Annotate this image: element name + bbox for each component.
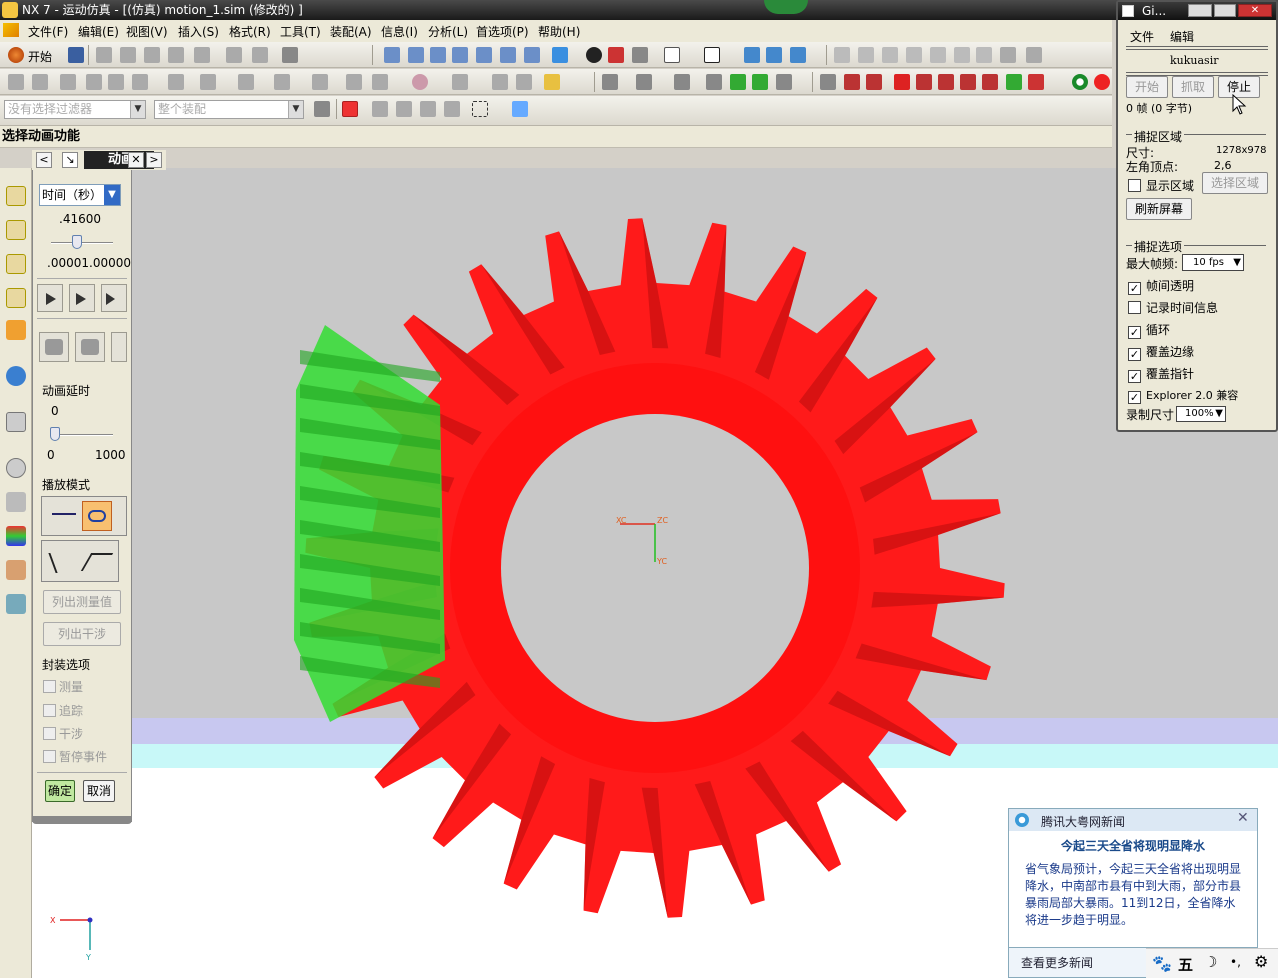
news-source: 腾讯大粤网新闻 (1041, 815, 1126, 829)
time-value: .41600 (59, 212, 101, 226)
tencent-logo-icon (1015, 813, 1029, 827)
trace-path-icon[interactable] (48, 553, 74, 573)
interframe-transparency-checkbox[interactable]: ✓ 帧间透明 (1128, 277, 1194, 295)
list-measurements-button[interactable]: 列出测量值 (43, 590, 121, 614)
loop-checkbox[interactable]: ✓ 循环 (1128, 321, 1170, 339)
show-area-checkbox[interactable]: 显示区域 (1128, 177, 1194, 194)
playback-mode-label: 播放模式 (42, 478, 91, 492)
axis-zc-label: ZC (657, 516, 668, 525)
time-mode-dropdown[interactable]: 时间（秒） ▼ (39, 184, 121, 206)
axis-yc-label: YC (656, 557, 667, 566)
gif-menu-edit[interactable]: 编辑 (1170, 28, 1194, 45)
animation-dialog: 时间（秒） ▼ .41600 .00001.00000 动画延时 0 0 1000… (32, 170, 132, 822)
step-forward-button[interactable] (69, 284, 95, 312)
measure-checkbox[interactable]: 测量 (43, 678, 83, 695)
pinion-gear[interactable] (294, 325, 445, 722)
minimize-button[interactable] (1188, 4, 1212, 17)
size-value: 1278x978 (1216, 145, 1267, 156)
time-slider-track[interactable] (51, 242, 113, 244)
gif-frame-count: 0 帧 (0 字节) (1126, 102, 1193, 115)
news-body: 省气象局预计，今起三天全省将出现明显降水，中南部市县有中到大雨，部分市县暴雨局部… (1025, 862, 1242, 927)
dataset-button[interactable] (39, 332, 69, 362)
loop-mode-icon[interactable] (82, 501, 112, 531)
capture-area-label: 捕捉区域 (1132, 128, 1185, 145)
prev-dialog-button[interactable]: < (36, 152, 52, 168)
gif-menu-file[interactable]: 文件 (1130, 28, 1154, 45)
paw-icon[interactable]: 🐾 (1152, 954, 1172, 973)
close-dialog-button[interactable]: ✕ (128, 152, 144, 168)
ime-indicator[interactable]: 五 (1178, 954, 1193, 975)
delay-min: 0 (47, 448, 55, 462)
delay-value: 0 (51, 404, 59, 418)
list-interference-button[interactable]: 列出干涉 (43, 622, 121, 646)
trace-checkbox[interactable]: 追踪 (43, 702, 83, 719)
system-tray: 🐾 五 ☽ •, ⚙ (1146, 948, 1278, 978)
refresh-screen-button[interactable]: 刷新屏幕 (1126, 198, 1192, 220)
axis-y-label: Y (85, 953, 91, 962)
play-forward-button[interactable] (37, 284, 63, 312)
settings-gear-icon[interactable]: ⚙ (1254, 952, 1268, 971)
play-once-icon[interactable] (52, 513, 76, 515)
moon-icon[interactable]: ☽ (1204, 953, 1217, 971)
axis-x-label: X (50, 916, 56, 925)
dialog-tab-bar: < ↘ 动画 ✕ > (32, 150, 166, 170)
axis-xc-label: XC (616, 516, 627, 525)
delay-max: 1000 (95, 448, 126, 462)
gif-recorder-titlebar: Gi... ✕ (1118, 2, 1276, 20)
more-news-link[interactable]: 查看更多新闻 (1021, 954, 1093, 971)
delay-slider-knob[interactable] (50, 427, 60, 441)
record-size-dropdown[interactable]: 100% ▼ (1176, 406, 1226, 422)
time-slider-knob[interactable] (71, 235, 82, 249)
ok-button[interactable]: 确定 (45, 780, 75, 802)
cover-pointer-checkbox[interactable]: ✓ 覆盖指针 (1128, 365, 1194, 383)
next-dialog-button[interactable]: > (146, 152, 162, 168)
path-mode-group (41, 540, 119, 582)
delay-slider-track[interactable] (51, 434, 113, 436)
gif-window-title: Gi... (1142, 4, 1167, 18)
assembly-position-button[interactable] (111, 332, 127, 362)
cancel-button[interactable]: 取消 (83, 780, 115, 802)
punctuation-icon[interactable]: •, (1230, 955, 1241, 969)
abs-origin-icon (87, 917, 93, 923)
cover-edges-checkbox[interactable]: ✓ 覆盖边缘 (1128, 343, 1194, 361)
gif-user-name: kukuasir (1170, 54, 1219, 67)
dialog-bottom-edge (32, 816, 132, 824)
news-header: 腾讯大粤网新闻 ✕ (1009, 809, 1257, 831)
news-headline[interactable]: 今起三天全省将现明显降水 (1009, 837, 1257, 854)
gif-app-icon (1122, 5, 1134, 17)
capture-options-label: 捕捉选项 (1132, 238, 1185, 255)
design-position-button[interactable] (75, 332, 105, 362)
explode-path-icon[interactable] (80, 553, 114, 571)
interference-checkbox[interactable]: 干涉 (43, 725, 83, 742)
time-range: .00001.00000 (47, 256, 131, 270)
gif-recorder-window: Gi... ✕ 文件 编辑 kukuasir 开始 抓取 停止 0 帧 (0 字… (1116, 0, 1278, 432)
dialog-arrow-icon[interactable]: ↘ (62, 152, 78, 168)
close-button[interactable]: ✕ (1238, 4, 1272, 17)
pause-event-checkbox[interactable]: 暂停事件 (43, 748, 107, 765)
gear-bore (501, 414, 809, 722)
explorer-compat-checkbox[interactable]: ✓ Explorer 2.0 兼容 (1128, 387, 1238, 404)
record-size-label: 录制尺寸 (1126, 408, 1175, 422)
max-fps-label: 最大帧频: (1126, 257, 1179, 271)
gif-capture-button[interactable]: 抓取 (1172, 76, 1214, 98)
fast-forward-button[interactable] (101, 284, 127, 312)
record-time-info-checkbox[interactable]: 记录时间信息 (1128, 299, 1218, 316)
news-close-icon[interactable]: ✕ (1237, 810, 1249, 826)
corner-value: 2,6 (1214, 159, 1232, 172)
maximize-button[interactable] (1214, 4, 1236, 17)
delay-label: 动画延时 (42, 384, 91, 398)
corner-label: 左角顶点: (1126, 160, 1179, 174)
gif-start-button[interactable]: 开始 (1126, 76, 1168, 98)
playback-mode-group (41, 496, 127, 536)
max-fps-dropdown[interactable]: 10 fps ▼ (1182, 254, 1244, 271)
package-options-label: 封装选项 (42, 658, 91, 672)
news-popup: 腾讯大粤网新闻 ✕ 今起三天全省将现明显降水 省气象局预计，今起三天全省将出现明… (1008, 808, 1258, 948)
mouse-pointer-icon (1232, 94, 1247, 115)
select-area-button[interactable]: 选择区域 (1202, 172, 1268, 194)
